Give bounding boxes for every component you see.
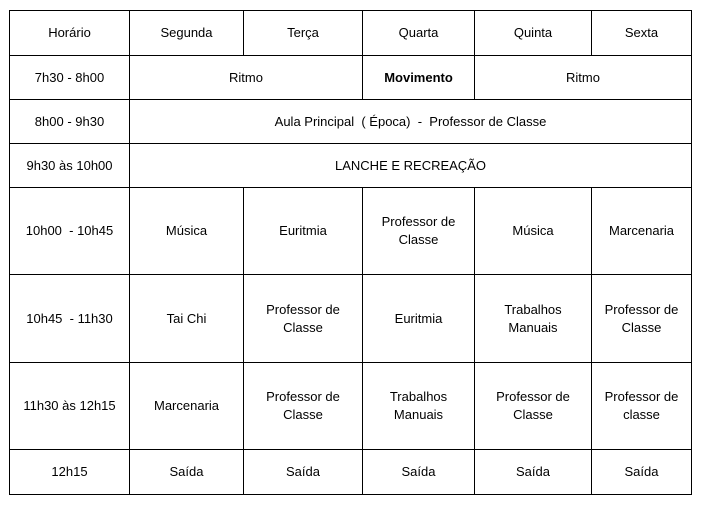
activity-cell: Euritmia — [362, 274, 475, 363]
activity-label: Professor de Classe — [604, 301, 679, 335]
header-day-label: Sexta — [624, 25, 659, 40]
activity-cell: Trabalhos Manuais — [362, 362, 475, 450]
activity-cell: Professor de Classe — [591, 274, 692, 363]
header-time-label: Horário — [48, 25, 91, 40]
schedule-row: 11h30 às 12h15 Marcenaria Professor de C… — [9, 362, 692, 450]
time-label: 10h45 - 11h30 — [26, 310, 113, 326]
time-cell: 11h30 às 12h15 — [9, 362, 130, 450]
header-day-label: Quinta — [513, 25, 553, 40]
header-row: Horário Segunda Terça Quarta Quinta Sext… — [9, 10, 692, 56]
activity-label: Euritmia — [279, 223, 327, 238]
activity-cell: Professor de Classe — [474, 362, 592, 450]
activity-label: Ritmo — [566, 69, 600, 85]
header-day-cell: Quinta — [474, 10, 592, 56]
activity-cell: Ritmo — [474, 55, 692, 100]
header-day-cell: Terça — [243, 10, 363, 56]
activity-cell: Saída — [362, 449, 475, 495]
header-day-cell: Segunda — [129, 10, 244, 56]
schedule-row: 10h00 - 10h45 Música Euritmia Professor … — [9, 187, 692, 275]
activity-label: Saída — [169, 464, 204, 479]
header-day-label: Quarta — [398, 25, 439, 40]
activity-label: Trabalhos Manuais — [504, 301, 562, 335]
activity-label: LANCHE E RECREAÇÃO — [335, 157, 486, 173]
activity-label: Saída — [401, 464, 436, 479]
time-cell: 10h00 - 10h45 — [9, 187, 130, 275]
header-day-label: Segunda — [160, 25, 213, 40]
time-cell: 9h30 às 10h00 — [9, 143, 130, 188]
activity-label: Música — [165, 223, 208, 238]
header-day-cell: Quarta — [362, 10, 475, 56]
header-day-label: Terça — [287, 25, 319, 40]
activity-label: Professor de Classe — [496, 389, 570, 422]
header-time-cell: Horário — [9, 10, 130, 56]
activity-label: Marcenaria — [153, 398, 220, 413]
activity-cell: Saída — [243, 449, 363, 495]
activity-cell: Marcenaria — [129, 362, 244, 450]
schedule-row: 9h30 às 10h00 LANCHE E RECREAÇÃO — [9, 143, 692, 188]
activity-label: Euritmia — [394, 310, 443, 326]
activity-cell: Professor de classe — [591, 362, 692, 450]
time-cell: 7h30 - 8h00 — [9, 55, 130, 100]
activity-label: Música — [512, 223, 554, 238]
activity-cell: Euritmia — [243, 187, 363, 275]
activity-cell: Professor de Classe — [243, 362, 363, 450]
time-label: 8h00 - 9h30 — [34, 113, 105, 129]
activity-cell: Professor de Classe — [362, 187, 475, 275]
time-cell: 10h45 - 11h30 — [9, 274, 130, 363]
activity-cell: Movimento — [362, 55, 475, 100]
time-label: 9h30 às 10h00 — [26, 157, 113, 173]
activity-cell: Marcenaria — [591, 187, 692, 275]
time-label: 12h15 — [51, 464, 88, 479]
activity-cell: Saída — [129, 449, 244, 495]
activity-cell: Saída — [474, 449, 592, 495]
class-schedule-table: Horário Segunda Terça Quarta Quinta Sext… — [9, 10, 692, 495]
activity-label: Marcenaria — [608, 223, 675, 238]
schedule-row: 12h15 Saída Saída Saída Saída Saída — [9, 449, 692, 495]
activity-cell: Música — [129, 187, 244, 275]
time-cell: 12h15 — [9, 449, 130, 495]
activity-cell: Trabalhos Manuais — [474, 274, 592, 363]
schedule-row: 8h00 - 9h30 Aula Principal ( Época) - Pr… — [9, 99, 692, 144]
activity-label: Saída — [624, 464, 659, 479]
activity-label: Aula Principal ( Época) - Professor de C… — [274, 113, 547, 129]
activity-label: Professor de Classe — [266, 389, 340, 422]
activity-cell: Saída — [591, 449, 692, 495]
time-label: 10h00 - 10h45 — [25, 223, 114, 238]
activity-label: Saída — [286, 464, 320, 479]
activity-label: Professor de Classe — [266, 301, 340, 335]
time-label: 11h30 às 12h15 — [23, 398, 116, 413]
schedule-row: 10h45 - 11h30 Tai Chi Professor de Class… — [9, 274, 692, 363]
activity-cell: Ritmo — [129, 55, 363, 100]
activity-cell: LANCHE E RECREAÇÃO — [129, 143, 692, 188]
activity-cell: Professor de Classe — [243, 274, 363, 363]
time-cell: 8h00 - 9h30 — [9, 99, 130, 144]
schedule-row: 7h30 - 8h00 Ritmo Movimento Ritmo — [9, 55, 692, 100]
header-day-cell: Sexta — [591, 10, 692, 56]
activity-label: Ritmo — [229, 69, 263, 85]
activity-label: Trabalhos Manuais — [389, 389, 448, 422]
activity-label: Saída — [516, 464, 550, 479]
activity-label: Tai Chi — [166, 310, 207, 326]
activity-cell: Tai Chi — [129, 274, 244, 363]
activity-label: Professor de Classe — [381, 214, 456, 247]
activity-label: Movimento — [384, 69, 453, 85]
activity-cell: Música — [474, 187, 592, 275]
activity-cell: Aula Principal ( Época) - Professor de C… — [129, 99, 692, 144]
time-label: 7h30 - 8h00 — [34, 69, 105, 85]
activity-label: Professor de classe — [604, 389, 679, 422]
